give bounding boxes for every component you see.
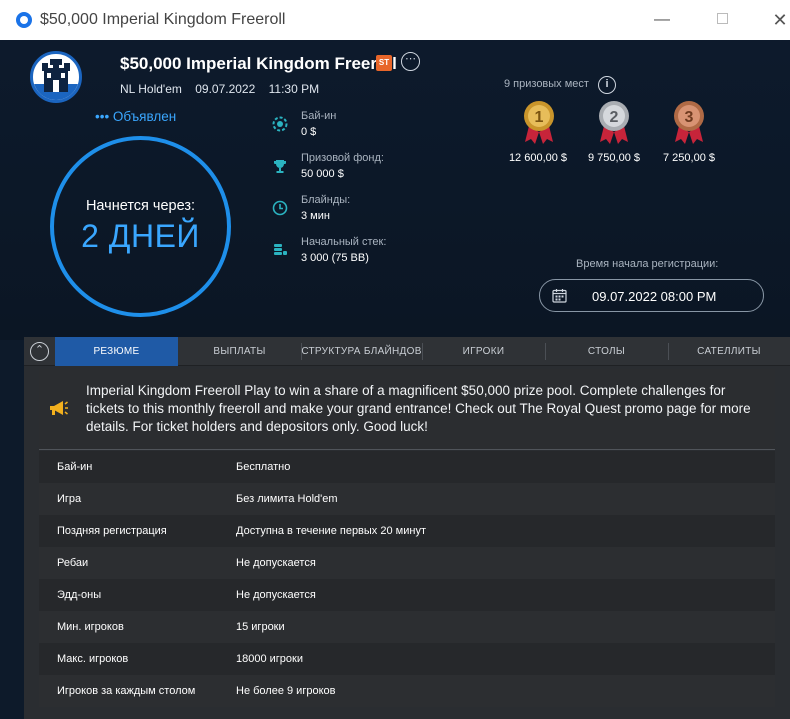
row-key: Макс. игроков <box>57 653 129 665</box>
prize-places-count: 9 призовых мест <box>504 78 589 90</box>
prize-pool-value: 50 000 $ <box>301 168 344 180</box>
row-key: Игра <box>57 493 82 505</box>
maximize-button[interactable] <box>710 8 734 32</box>
tab-payouts[interactable]: ВЫПЛАТЫ <box>178 337 301 366</box>
divider <box>39 449 775 450</box>
silver-medal-place: 2 <box>610 109 619 126</box>
row-value: Бесплатно <box>236 461 291 473</box>
countdown-label: Начнется через: <box>85 198 196 214</box>
silver-medal-icon: 2 <box>599 101 629 144</box>
chip-icon <box>272 116 288 132</box>
row-value: Не более 9 игроков <box>236 685 336 697</box>
row-value: 18000 игроки <box>236 653 303 665</box>
megaphone-icon <box>50 401 68 415</box>
table-row: Макс. игроков 18000 игроки <box>39 643 775 675</box>
tournament-description: Imperial Kingdom Freeroll Play to win a … <box>39 369 775 449</box>
countdown-value: 2 ДНЕЙ <box>81 218 200 254</box>
row-key: Эдд-оны <box>57 589 102 601</box>
row-key: Игроков за каждым столом <box>57 685 196 697</box>
row-value: Без лимита Hold'em <box>236 493 338 505</box>
start-time: 11:30 PM <box>268 82 320 96</box>
row-value: Не допускается <box>236 589 316 601</box>
buyin-label: Бай-ин <box>301 110 337 122</box>
tab-bar: ⌃ РЕЗЮМЕ ВЫПЛАТЫ СТРУКТУРА БЛАЙНДОВ ИГРО… <box>24 337 790 366</box>
tab-satellites[interactable]: САТЕЛЛИТЫ <box>668 337 790 366</box>
description-text: Imperial Kingdom Freeroll Play to win a … <box>86 383 751 434</box>
tab-summary[interactable]: РЕЗЮМЕ <box>55 337 178 366</box>
prize-pool-label: Призовой фонд: <box>301 152 384 164</box>
game-type: NL Hold'em <box>120 82 182 96</box>
start-date: 09.07.2022 <box>195 82 256 96</box>
row-key: Бай-ин <box>57 461 93 473</box>
minimize-button[interactable]: — <box>650 8 674 32</box>
tournament-subline: NL Hold'em 09.07.2022 11:30 PM <box>120 82 329 96</box>
row-key: Мин. игроков <box>57 621 124 633</box>
countdown-ring: Начнется через: 2 ДНЕЙ <box>50 136 231 317</box>
trophy-icon <box>274 160 286 173</box>
window-titlebar: $50,000 Imperial Kingdom Freeroll — ✕ <box>0 0 790 40</box>
tournament-header: $50,000 Imperial Kingdom Freeroll ST ⋯ N… <box>0 40 790 340</box>
table-row: Мин. игроков 15 игроки <box>39 611 775 643</box>
row-key: Поздняя регистрация <box>57 525 167 537</box>
bronze-medal-place: 3 <box>685 109 694 126</box>
table-row: Игроков за каждым столом Не более 9 игрок… <box>39 675 775 707</box>
blinds-value: 3 мин <box>301 210 330 222</box>
buyin-value: 0 $ <box>301 126 317 138</box>
table-row: Игра Без лимита Hold'em <box>39 483 775 515</box>
close-button[interactable]: ✕ <box>768 8 790 32</box>
starting-stack-value: 3 000 (75 BB) <box>301 252 369 264</box>
clock-icon <box>272 200 288 216</box>
more-options-button[interactable]: ⋯ <box>401 52 420 71</box>
calendar-icon <box>552 289 567 303</box>
chip-stack-icon <box>274 244 287 255</box>
table-row: Поздняя регистрация Доступна в течение пе… <box>39 515 775 547</box>
gold-medal-icon: 1 <box>524 101 554 144</box>
first-prize-value: 12 600,00 $ <box>508 152 568 164</box>
row-value: Не допускается <box>236 557 316 569</box>
gold-medal-place: 1 <box>535 109 544 126</box>
registration-time-value: 09.07.2022 08:00 PM <box>592 289 717 304</box>
st-badge: ST <box>376 55 392 71</box>
tab-players[interactable]: ИГРОКИ <box>422 337 545 366</box>
tab-tables[interactable]: СТОЛЫ <box>545 337 668 366</box>
details-panel: ⌃ РЕЗЮМЕ ВЫПЛАТЫ СТРУКТУРА БЛАЙНДОВ ИГРО… <box>24 337 790 719</box>
blinds-label: Блайнды: <box>301 194 351 206</box>
second-prize-value: 9 750,00 $ <box>588 152 640 164</box>
registration-time-field[interactable]: 09.07.2022 08:00 PM <box>539 279 764 312</box>
table-row: Ребаи Не допускается <box>39 547 775 579</box>
registration-label: Время начала регистрации: <box>576 258 719 270</box>
tournament-status: ••• Объявлен <box>95 109 177 124</box>
third-prize-value: 7 250,00 $ <box>663 152 715 164</box>
table-row: Эдд-оны Не допускается <box>39 579 775 611</box>
table-row: Бай-ин Бесплатно <box>39 451 775 483</box>
maximize-icon <box>716 13 728 24</box>
tab-blind-structure[interactable]: СТРУКТУРА БЛАЙНДОВ <box>301 337 422 366</box>
bronze-medal-icon: 3 <box>674 101 704 144</box>
castle-logo-icon <box>30 51 82 103</box>
details-table: Бай-ин Бесплатно Игра Без лимита Hold'em П… <box>39 451 775 707</box>
starting-stack-label: Начальный стек: <box>301 236 387 248</box>
collapse-button[interactable]: ⌃ <box>30 342 49 361</box>
app-logo-icon <box>16 12 32 28</box>
row-value: 15 игроки <box>236 621 285 633</box>
row-key: Ребаи <box>57 557 89 569</box>
row-value: Доступна в течение первых 20 минут <box>236 525 426 537</box>
window-title: $50,000 Imperial Kingdom Freeroll <box>40 11 286 28</box>
tournament-title: $50,000 Imperial Kingdom Freeroll <box>120 54 397 73</box>
info-icon[interactable]: i <box>598 76 616 94</box>
